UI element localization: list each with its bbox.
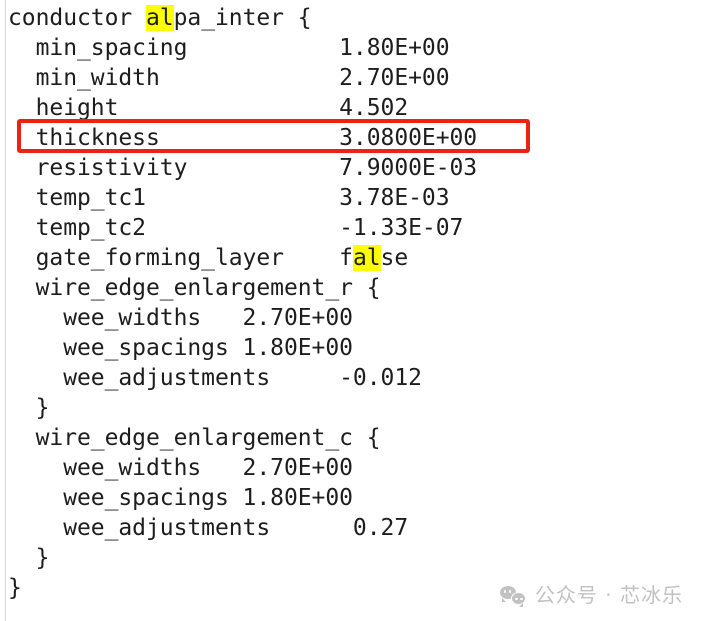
search-highlight: al bbox=[145, 5, 174, 31]
code-line: temp_tc2 -1.33E-07 bbox=[8, 213, 477, 243]
code-text: } bbox=[8, 395, 50, 421]
code-line: resistivity 7.9000E-03 bbox=[8, 153, 478, 183]
code-text: temp_tc2 -1.33E-07 bbox=[8, 215, 464, 241]
code-text: } bbox=[8, 575, 22, 601]
search-highlight: al bbox=[352, 245, 381, 271]
code-line: conductor alpa_inter { bbox=[8, 3, 477, 33]
code-text: wee_spacings 1.80E+00 bbox=[8, 335, 353, 361]
code-text: height 4.502 bbox=[8, 95, 409, 121]
code-line: wire_edge_enlargement_c { bbox=[8, 423, 477, 453]
code-text: thickness 3.0800E+00 bbox=[8, 125, 478, 151]
code-line: wee_adjustments -0.012 bbox=[8, 363, 477, 393]
code-line: height 4.502 bbox=[8, 93, 477, 123]
wechat-icon bbox=[499, 585, 526, 607]
code-line: thickness 3.0800E+00 bbox=[8, 123, 478, 153]
code-line: } bbox=[8, 573, 477, 603]
code-text: wire_edge_enlargement_c { bbox=[8, 425, 381, 451]
code-text: gate_forming_layer f bbox=[8, 245, 353, 271]
code-text: min_width 2.70E+00 bbox=[8, 65, 450, 91]
code-text: wee_adjustments 0.27 bbox=[8, 515, 409, 541]
code-text: wire_edge_enlargement_r { bbox=[8, 275, 381, 301]
gutter-rule bbox=[5, 0, 6, 621]
code-line: wee_spacings 1.80E+00 bbox=[8, 333, 477, 363]
code-line: gate_forming_layer false bbox=[8, 243, 477, 273]
code-surface: conductor alpa_inter { min_spacing 1.80E… bbox=[0, 0, 701, 621]
code-line: wee_adjustments 0.27 bbox=[8, 513, 477, 543]
code-text: resistivity 7.9000E-03 bbox=[8, 155, 478, 181]
code-text: temp_tc1 3.78E-03 bbox=[8, 185, 450, 211]
code-line: wee_widths 2.70E+00 bbox=[8, 453, 477, 483]
code-text: min_spacing 1.80E+00 bbox=[8, 35, 450, 61]
config-code-block[interactable]: conductor alpa_inter { min_spacing 1.80E… bbox=[8, 3, 477, 603]
code-line: } bbox=[8, 543, 477, 573]
watermark: 公众号 · 芯冰乐 bbox=[499, 583, 683, 607]
code-line: wire_edge_enlargement_r { bbox=[8, 273, 477, 303]
code-line: wee_spacings 1.80E+00 bbox=[8, 483, 477, 513]
code-line: } bbox=[8, 393, 477, 423]
code-text: wee_spacings 1.80E+00 bbox=[8, 485, 353, 511]
code-text: se bbox=[380, 245, 409, 271]
code-text: wee_widths 2.70E+00 bbox=[8, 305, 353, 331]
code-line: wee_widths 2.70E+00 bbox=[8, 303, 477, 333]
code-text: pa_inter { bbox=[173, 5, 312, 31]
code-text: } bbox=[8, 545, 50, 571]
code-line: temp_tc1 3.78E-03 bbox=[8, 183, 477, 213]
watermark-text: 公众号 · 芯冰乐 bbox=[534, 583, 683, 607]
code-text: conductor bbox=[8, 5, 146, 31]
code-line: min_spacing 1.80E+00 bbox=[8, 33, 477, 63]
code-text: wee_widths 2.70E+00 bbox=[8, 455, 353, 481]
code-text: wee_adjustments -0.012 bbox=[8, 365, 422, 391]
code-line: min_width 2.70E+00 bbox=[8, 63, 477, 93]
